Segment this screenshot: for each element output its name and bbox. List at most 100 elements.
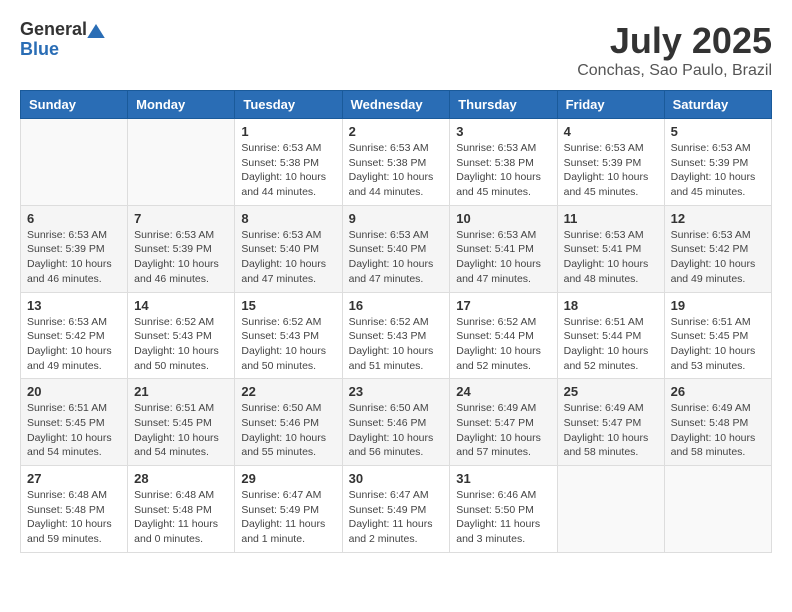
day-info: Sunrise: 6:47 AM Sunset: 5:49 PM Dayligh…	[349, 488, 444, 547]
calendar-day-cell: 14 Sunrise: 6:52 AM Sunset: 5:43 PM Dayli…	[128, 292, 235, 379]
day-info: Sunrise: 6:51 AM Sunset: 5:45 PM Dayligh…	[27, 401, 121, 460]
day-number: 27	[27, 471, 121, 486]
calendar-day-cell: 16Sunrise: 6:52 AM Sunset: 5:43 PM Dayli…	[342, 292, 450, 379]
day-number: 9	[349, 211, 444, 226]
day-info: Sunrise: 6:53 AM Sunset: 5:40 PM Dayligh…	[349, 228, 444, 287]
calendar-day-cell: 9 Sunrise: 6:53 AM Sunset: 5:40 PM Daylig…	[342, 205, 450, 292]
day-number: 3	[456, 124, 550, 139]
calendar-day-cell: 8 Sunrise: 6:53 AM Sunset: 5:40 PM Daylig…	[235, 205, 342, 292]
day-number: 24	[456, 384, 550, 399]
day-info: Sunrise: 6:53 AM Sunset: 5:39 PM Dayligh…	[564, 141, 658, 200]
col-sunday: Sunday	[21, 91, 128, 119]
calendar-day-cell	[21, 119, 128, 206]
calendar-day-cell: 6 Sunrise: 6:53 AM Sunset: 5:39 PM Daylig…	[21, 205, 128, 292]
calendar-day-cell: 24 Sunrise: 6:49 AM Sunset: 5:47 PM Dayli…	[450, 379, 557, 466]
day-number: 29	[241, 471, 335, 486]
page-header: General Blue July 2025 Conchas, Sao Paul…	[20, 20, 772, 80]
day-info: Sunrise: 6:53 AM Sunset: 5:38 PM Dayligh…	[349, 141, 444, 200]
calendar-day-cell: 15 Sunrise: 6:52 AM Sunset: 5:43 PM Dayli…	[235, 292, 342, 379]
day-number: 4	[564, 124, 658, 139]
calendar-day-cell: 19 Sunrise: 6:51 AM Sunset: 5:45 PM Dayli…	[664, 292, 771, 379]
day-info: Sunrise: 6:53 AM Sunset: 5:41 PM Dayligh…	[456, 228, 550, 287]
calendar-week-row: 20 Sunrise: 6:51 AM Sunset: 5:45 PM Dayli…	[21, 379, 772, 466]
calendar-day-cell: 23 Sunrise: 6:50 AM Sunset: 5:46 PM Dayli…	[342, 379, 450, 466]
day-number: 15	[241, 298, 335, 313]
day-number: 18	[564, 298, 658, 313]
calendar-week-row: 13 Sunrise: 6:53 AM Sunset: 5:42 PM Dayli…	[21, 292, 772, 379]
day-number: 11	[564, 211, 658, 226]
day-info: Sunrise: 6:52 AM Sunset: 5:44 PM Dayligh…	[456, 315, 550, 374]
calendar-day-cell: 21 Sunrise: 6:51 AM Sunset: 5:45 PM Dayli…	[128, 379, 235, 466]
day-number: 26	[671, 384, 765, 399]
calendar-day-cell: 28 Sunrise: 6:48 AM Sunset: 5:48 PM Dayli…	[128, 466, 235, 553]
calendar-day-cell	[557, 466, 664, 553]
day-number: 13	[27, 298, 121, 313]
day-info: Sunrise: 6:48 AM Sunset: 5:48 PM Dayligh…	[134, 488, 228, 547]
calendar-day-cell: 5Sunrise: 6:53 AM Sunset: 5:39 PM Daylig…	[664, 119, 771, 206]
location-title: Conchas, Sao Paulo, Brazil	[577, 62, 772, 80]
calendar-week-row: 6 Sunrise: 6:53 AM Sunset: 5:39 PM Daylig…	[21, 205, 772, 292]
day-number: 6	[27, 211, 121, 226]
day-number: 20	[27, 384, 121, 399]
day-info: Sunrise: 6:48 AM Sunset: 5:48 PM Dayligh…	[27, 488, 121, 547]
calendar-day-cell: 26 Sunrise: 6:49 AM Sunset: 5:48 PM Dayli…	[664, 379, 771, 466]
day-info: Sunrise: 6:49 AM Sunset: 5:48 PM Dayligh…	[671, 401, 765, 460]
day-number: 2	[349, 124, 444, 139]
day-info: Sunrise: 6:53 AM Sunset: 5:39 PM Dayligh…	[134, 228, 228, 287]
day-info: Sunrise: 6:53 AM Sunset: 5:38 PM Dayligh…	[456, 141, 550, 200]
day-number: 23	[349, 384, 444, 399]
day-number: 1	[241, 124, 335, 139]
col-thursday: Thursday	[450, 91, 557, 119]
day-number: 31	[456, 471, 550, 486]
day-info: Sunrise: 6:51 AM Sunset: 5:44 PM Dayligh…	[564, 315, 658, 374]
col-tuesday: Tuesday	[235, 91, 342, 119]
calendar-day-cell: 27 Sunrise: 6:48 AM Sunset: 5:48 PM Dayli…	[21, 466, 128, 553]
calendar-day-cell: 30 Sunrise: 6:47 AM Sunset: 5:49 PM Dayli…	[342, 466, 450, 553]
col-friday: Friday	[557, 91, 664, 119]
calendar: Sunday Monday Tuesday Wednesday Thursday…	[20, 90, 772, 553]
calendar-day-cell	[664, 466, 771, 553]
calendar-week-row: 27 Sunrise: 6:48 AM Sunset: 5:48 PM Dayli…	[21, 466, 772, 553]
calendar-day-cell: 12Sunrise: 6:53 AM Sunset: 5:42 PM Dayli…	[664, 205, 771, 292]
day-number: 16	[349, 298, 444, 313]
logo-general: General	[20, 20, 105, 40]
title-block: July 2025 Conchas, Sao Paulo, Brazil	[577, 20, 772, 80]
calendar-day-cell: 4 Sunrise: 6:53 AM Sunset: 5:39 PM Daylig…	[557, 119, 664, 206]
calendar-day-cell: 7 Sunrise: 6:53 AM Sunset: 5:39 PM Daylig…	[128, 205, 235, 292]
col-wednesday: Wednesday	[342, 91, 450, 119]
day-info: Sunrise: 6:47 AM Sunset: 5:49 PM Dayligh…	[241, 488, 335, 547]
day-number: 30	[349, 471, 444, 486]
day-info: Sunrise: 6:52 AM Sunset: 5:43 PM Dayligh…	[241, 315, 335, 374]
calendar-day-cell: 22Sunrise: 6:50 AM Sunset: 5:46 PM Dayli…	[235, 379, 342, 466]
day-number: 7	[134, 211, 228, 226]
day-info: Sunrise: 6:50 AM Sunset: 5:46 PM Dayligh…	[349, 401, 444, 460]
calendar-day-cell: 11 Sunrise: 6:53 AM Sunset: 5:41 PM Dayli…	[557, 205, 664, 292]
calendar-day-cell: 31Sunrise: 6:46 AM Sunset: 5:50 PM Dayli…	[450, 466, 557, 553]
day-number: 14	[134, 298, 228, 313]
day-number: 8	[241, 211, 335, 226]
day-info: Sunrise: 6:53 AM Sunset: 5:42 PM Dayligh…	[27, 315, 121, 374]
day-info: Sunrise: 6:51 AM Sunset: 5:45 PM Dayligh…	[134, 401, 228, 460]
day-number: 22	[241, 384, 335, 399]
day-number: 17	[456, 298, 550, 313]
logo: General Blue	[20, 20, 105, 60]
calendar-day-cell: 3 Sunrise: 6:53 AM Sunset: 5:38 PM Daylig…	[450, 119, 557, 206]
day-number: 28	[134, 471, 228, 486]
day-number: 5	[671, 124, 765, 139]
day-info: Sunrise: 6:51 AM Sunset: 5:45 PM Dayligh…	[671, 315, 765, 374]
day-info: Sunrise: 6:53 AM Sunset: 5:39 PM Dayligh…	[27, 228, 121, 287]
day-info: Sunrise: 6:49 AM Sunset: 5:47 PM Dayligh…	[456, 401, 550, 460]
month-title: July 2025	[577, 20, 772, 62]
logo-blue: Blue	[20, 40, 105, 60]
day-number: 21	[134, 384, 228, 399]
day-info: Sunrise: 6:53 AM Sunset: 5:42 PM Dayligh…	[671, 228, 765, 287]
day-number: 19	[671, 298, 765, 313]
calendar-day-cell: 18 Sunrise: 6:51 AM Sunset: 5:44 PM Dayli…	[557, 292, 664, 379]
day-info: Sunrise: 6:53 AM Sunset: 5:40 PM Dayligh…	[241, 228, 335, 287]
calendar-day-cell: 17 Sunrise: 6:52 AM Sunset: 5:44 PM Dayli…	[450, 292, 557, 379]
day-info: Sunrise: 6:52 AM Sunset: 5:43 PM Dayligh…	[134, 315, 228, 374]
col-monday: Monday	[128, 91, 235, 119]
day-info: Sunrise: 6:53 AM Sunset: 5:41 PM Dayligh…	[564, 228, 658, 287]
calendar-header-row: Sunday Monday Tuesday Wednesday Thursday…	[21, 91, 772, 119]
calendar-day-cell: 13 Sunrise: 6:53 AM Sunset: 5:42 PM Dayli…	[21, 292, 128, 379]
